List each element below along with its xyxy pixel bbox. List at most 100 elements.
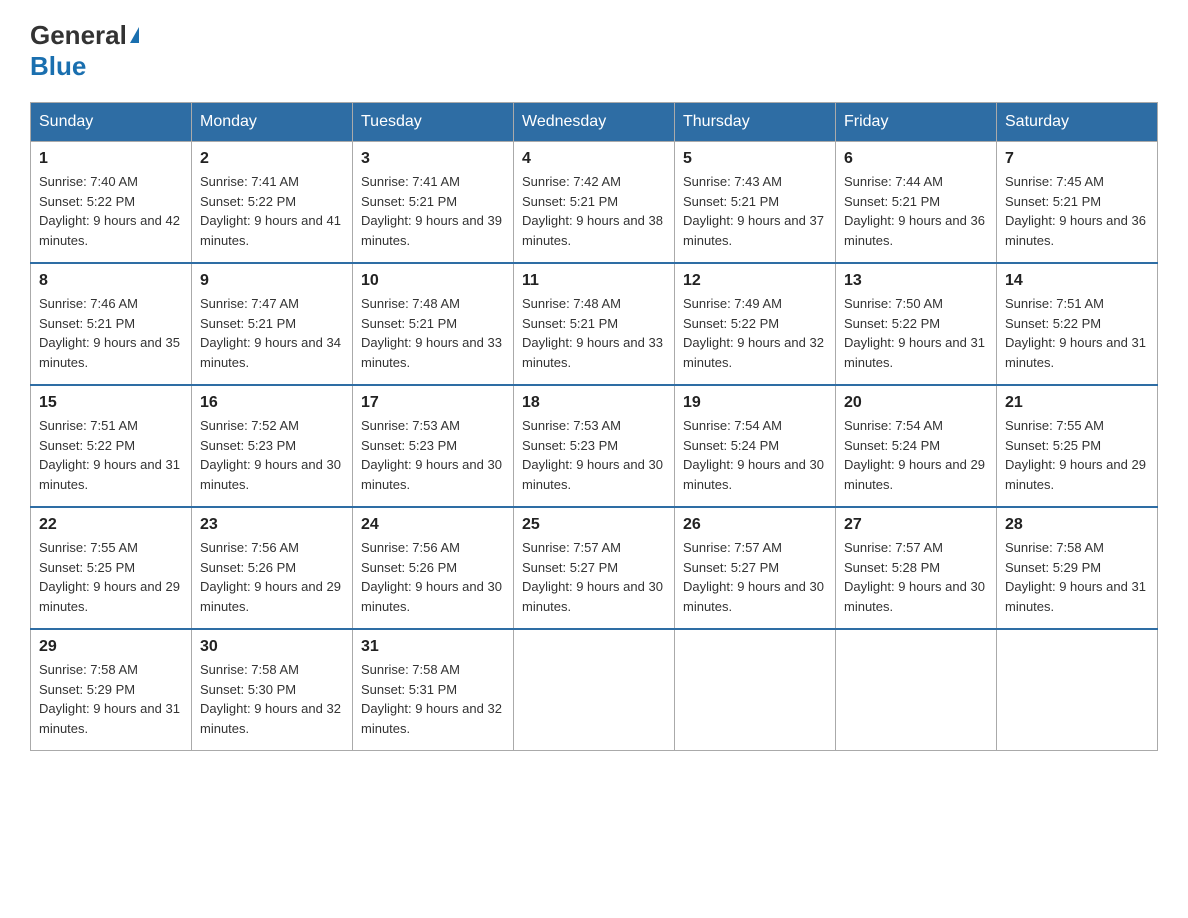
calendar-table: SundayMondayTuesdayWednesdayThursdayFrid… bbox=[30, 102, 1158, 751]
calendar-day-cell: 25 Sunrise: 7:57 AMSunset: 5:27 PMDayligh… bbox=[514, 507, 675, 629]
calendar-day-cell: 24 Sunrise: 7:56 AMSunset: 5:26 PMDayligh… bbox=[353, 507, 514, 629]
calendar-week-row: 29Sunrise: 7:58 AMSunset: 5:29 PMDayligh… bbox=[31, 629, 1158, 751]
day-number: 23 bbox=[200, 516, 344, 534]
day-info: Sunrise: 7:47 AMSunset: 5:21 PMDaylight:… bbox=[200, 294, 344, 372]
calendar-week-row: 1 Sunrise: 7:40 AMSunset: 5:22 PMDaylight… bbox=[31, 142, 1158, 264]
day-info: Sunrise: 7:52 AMSunset: 5:23 PMDaylight:… bbox=[200, 416, 344, 494]
day-info: Sunrise: 7:56 AMSunset: 5:26 PMDaylight:… bbox=[200, 538, 344, 616]
day-info: Sunrise: 7:44 AMSunset: 5:21 PMDaylight:… bbox=[844, 172, 988, 250]
calendar-day-cell: 6 Sunrise: 7:44 AMSunset: 5:21 PMDaylight… bbox=[836, 142, 997, 264]
calendar-day-cell: 1 Sunrise: 7:40 AMSunset: 5:22 PMDaylight… bbox=[31, 142, 192, 264]
calendar-day-cell: 12 Sunrise: 7:49 AMSunset: 5:22 PMDayligh… bbox=[675, 263, 836, 385]
calendar-day-cell: 19Sunrise: 7:54 AMSunset: 5:24 PMDayligh… bbox=[675, 385, 836, 507]
calendar-day-cell: 3 Sunrise: 7:41 AMSunset: 5:21 PMDaylight… bbox=[353, 142, 514, 264]
calendar-day-cell: 2 Sunrise: 7:41 AMSunset: 5:22 PMDaylight… bbox=[192, 142, 353, 264]
day-number: 22 bbox=[39, 516, 183, 534]
day-number: 28 bbox=[1005, 516, 1149, 534]
calendar-day-cell bbox=[836, 629, 997, 751]
day-number: 1 bbox=[39, 150, 183, 168]
day-number: 3 bbox=[361, 150, 505, 168]
day-number: 6 bbox=[844, 150, 988, 168]
day-number: 30 bbox=[200, 638, 344, 656]
calendar-day-cell: 27Sunrise: 7:57 AMSunset: 5:28 PMDayligh… bbox=[836, 507, 997, 629]
logo-general-text: General bbox=[30, 20, 127, 51]
day-number: 14 bbox=[1005, 272, 1149, 290]
logo: General Blue bbox=[30, 20, 139, 82]
calendar-day-cell: 11 Sunrise: 7:48 AMSunset: 5:21 PMDayligh… bbox=[514, 263, 675, 385]
day-number: 24 bbox=[361, 516, 505, 534]
page-header: General Blue bbox=[30, 20, 1158, 82]
day-number: 4 bbox=[522, 150, 666, 168]
day-of-week-header: Tuesday bbox=[353, 103, 514, 142]
day-info: Sunrise: 7:50 AMSunset: 5:22 PMDaylight:… bbox=[844, 294, 988, 372]
calendar-week-row: 15 Sunrise: 7:51 AMSunset: 5:22 PMDayligh… bbox=[31, 385, 1158, 507]
day-info: Sunrise: 7:48 AMSunset: 5:21 PMDaylight:… bbox=[361, 294, 505, 372]
day-number: 10 bbox=[361, 272, 505, 290]
calendar-day-cell: 20Sunrise: 7:54 AMSunset: 5:24 PMDayligh… bbox=[836, 385, 997, 507]
calendar-day-cell: 14 Sunrise: 7:51 AMSunset: 5:22 PMDayligh… bbox=[997, 263, 1158, 385]
day-info: Sunrise: 7:57 AMSunset: 5:27 PMDaylight:… bbox=[522, 538, 666, 616]
day-info: Sunrise: 7:53 AMSunset: 5:23 PMDaylight:… bbox=[522, 416, 666, 494]
day-info: Sunrise: 7:51 AMSunset: 5:22 PMDaylight:… bbox=[1005, 294, 1149, 372]
day-of-week-header: Thursday bbox=[675, 103, 836, 142]
day-number: 5 bbox=[683, 150, 827, 168]
day-number: 2 bbox=[200, 150, 344, 168]
calendar-day-cell: 29Sunrise: 7:58 AMSunset: 5:29 PMDayligh… bbox=[31, 629, 192, 751]
day-info: Sunrise: 7:48 AMSunset: 5:21 PMDaylight:… bbox=[522, 294, 666, 372]
calendar-day-cell bbox=[997, 629, 1158, 751]
day-info: Sunrise: 7:58 AMSunset: 5:31 PMDaylight:… bbox=[361, 660, 505, 738]
day-number: 8 bbox=[39, 272, 183, 290]
day-number: 12 bbox=[683, 272, 827, 290]
calendar-day-cell: 22Sunrise: 7:55 AMSunset: 5:25 PMDayligh… bbox=[31, 507, 192, 629]
calendar-day-cell: 31 Sunrise: 7:58 AMSunset: 5:31 PMDayligh… bbox=[353, 629, 514, 751]
day-info: Sunrise: 7:45 AMSunset: 5:21 PMDaylight:… bbox=[1005, 172, 1149, 250]
calendar-day-cell: 13Sunrise: 7:50 AMSunset: 5:22 PMDayligh… bbox=[836, 263, 997, 385]
day-info: Sunrise: 7:58 AMSunset: 5:29 PMDaylight:… bbox=[39, 660, 183, 738]
day-info: Sunrise: 7:40 AMSunset: 5:22 PMDaylight:… bbox=[39, 172, 183, 250]
logo-triangle-icon bbox=[130, 27, 139, 43]
calendar-day-cell: 9 Sunrise: 7:47 AMSunset: 5:21 PMDaylight… bbox=[192, 263, 353, 385]
day-number: 25 bbox=[522, 516, 666, 534]
day-of-week-header: Saturday bbox=[997, 103, 1158, 142]
calendar-day-cell: 15 Sunrise: 7:51 AMSunset: 5:22 PMDayligh… bbox=[31, 385, 192, 507]
day-info: Sunrise: 7:55 AMSunset: 5:25 PMDaylight:… bbox=[1005, 416, 1149, 494]
day-info: Sunrise: 7:57 AMSunset: 5:27 PMDaylight:… bbox=[683, 538, 827, 616]
calendar-day-cell: 23 Sunrise: 7:56 AMSunset: 5:26 PMDayligh… bbox=[192, 507, 353, 629]
calendar-day-cell: 26 Sunrise: 7:57 AMSunset: 5:27 PMDayligh… bbox=[675, 507, 836, 629]
day-info: Sunrise: 7:42 AMSunset: 5:21 PMDaylight:… bbox=[522, 172, 666, 250]
day-number: 27 bbox=[844, 516, 988, 534]
calendar-day-cell: 30 Sunrise: 7:58 AMSunset: 5:30 PMDayligh… bbox=[192, 629, 353, 751]
day-number: 11 bbox=[522, 272, 666, 290]
calendar-day-cell: 28 Sunrise: 7:58 AMSunset: 5:29 PMDayligh… bbox=[997, 507, 1158, 629]
day-info: Sunrise: 7:41 AMSunset: 5:22 PMDaylight:… bbox=[200, 172, 344, 250]
day-info: Sunrise: 7:43 AMSunset: 5:21 PMDaylight:… bbox=[683, 172, 827, 250]
day-number: 18 bbox=[522, 394, 666, 412]
day-info: Sunrise: 7:41 AMSunset: 5:21 PMDaylight:… bbox=[361, 172, 505, 250]
calendar-day-cell: 4 Sunrise: 7:42 AMSunset: 5:21 PMDaylight… bbox=[514, 142, 675, 264]
day-info: Sunrise: 7:58 AMSunset: 5:29 PMDaylight:… bbox=[1005, 538, 1149, 616]
calendar-day-cell bbox=[514, 629, 675, 751]
day-info: Sunrise: 7:46 AMSunset: 5:21 PMDaylight:… bbox=[39, 294, 183, 372]
day-of-week-header: Friday bbox=[836, 103, 997, 142]
day-number: 20 bbox=[844, 394, 988, 412]
day-info: Sunrise: 7:58 AMSunset: 5:30 PMDaylight:… bbox=[200, 660, 344, 738]
calendar-day-cell: 16Sunrise: 7:52 AMSunset: 5:23 PMDayligh… bbox=[192, 385, 353, 507]
day-of-week-header: Wednesday bbox=[514, 103, 675, 142]
day-number: 31 bbox=[361, 638, 505, 656]
day-number: 9 bbox=[200, 272, 344, 290]
day-info: Sunrise: 7:49 AMSunset: 5:22 PMDaylight:… bbox=[683, 294, 827, 372]
day-of-week-header: Monday bbox=[192, 103, 353, 142]
calendar-day-cell: 18 Sunrise: 7:53 AMSunset: 5:23 PMDayligh… bbox=[514, 385, 675, 507]
day-info: Sunrise: 7:56 AMSunset: 5:26 PMDaylight:… bbox=[361, 538, 505, 616]
day-info: Sunrise: 7:51 AMSunset: 5:22 PMDaylight:… bbox=[39, 416, 183, 494]
calendar-week-row: 8 Sunrise: 7:46 AMSunset: 5:21 PMDaylight… bbox=[31, 263, 1158, 385]
day-info: Sunrise: 7:53 AMSunset: 5:23 PMDaylight:… bbox=[361, 416, 505, 494]
day-number: 26 bbox=[683, 516, 827, 534]
calendar-day-cell: 10 Sunrise: 7:48 AMSunset: 5:21 PMDayligh… bbox=[353, 263, 514, 385]
day-number: 15 bbox=[39, 394, 183, 412]
day-of-week-header: Sunday bbox=[31, 103, 192, 142]
calendar-day-cell: 17Sunrise: 7:53 AMSunset: 5:23 PMDayligh… bbox=[353, 385, 514, 507]
calendar-day-cell bbox=[675, 629, 836, 751]
day-number: 21 bbox=[1005, 394, 1149, 412]
day-number: 19 bbox=[683, 394, 827, 412]
